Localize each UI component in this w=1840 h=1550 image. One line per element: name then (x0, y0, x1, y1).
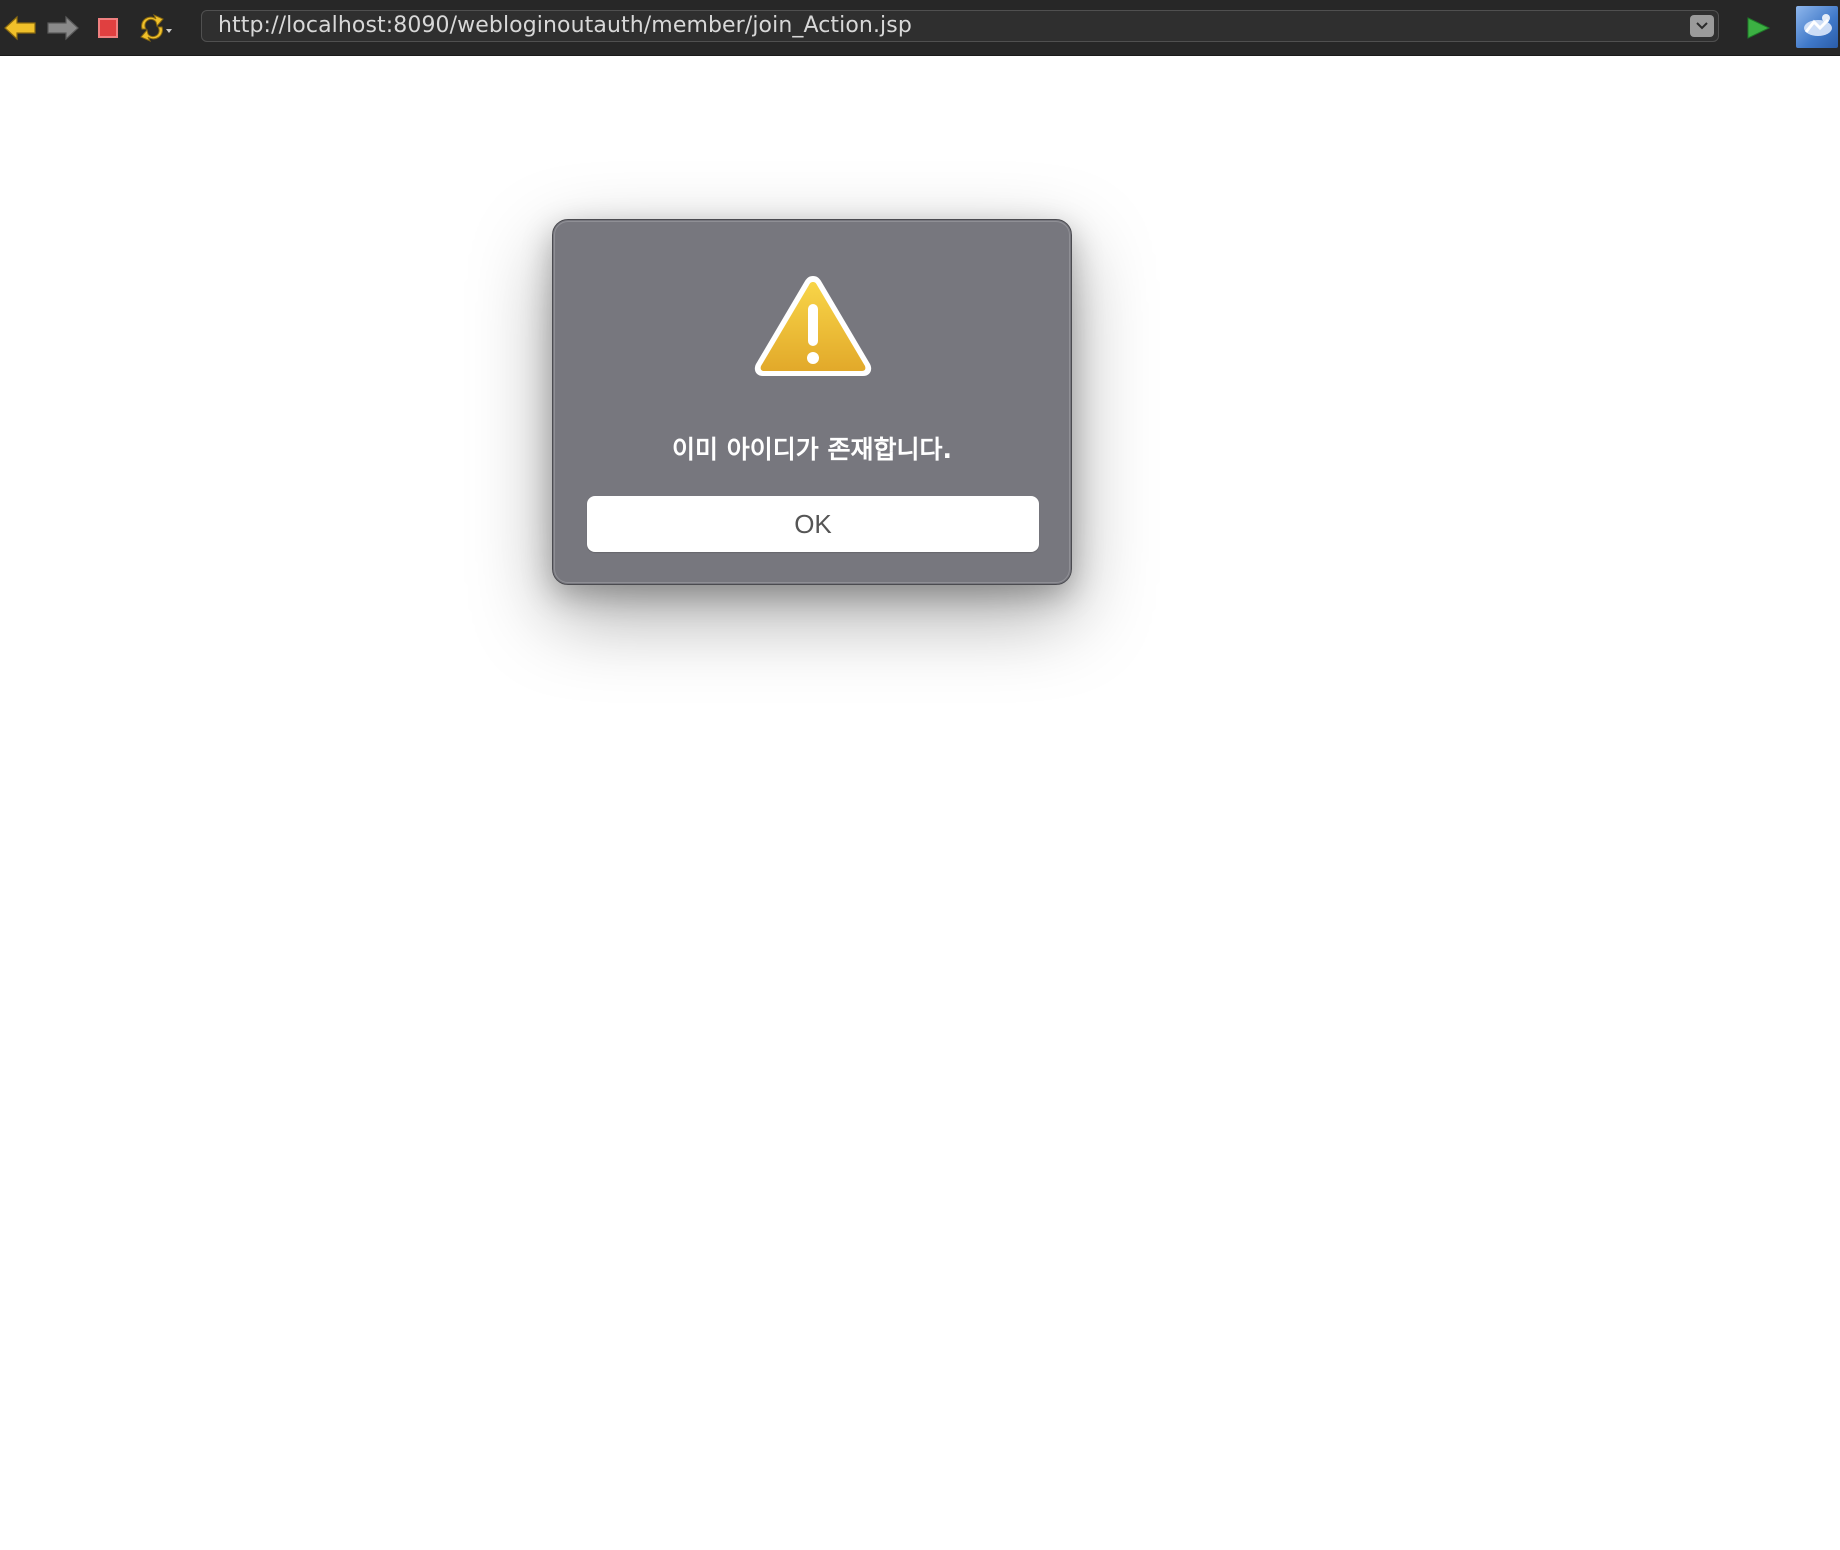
browser-toolbar: http://localhost:8090/webloginoutauth/me… (0, 0, 1840, 56)
ok-button[interactable]: OK (587, 496, 1039, 552)
extension-icon (1804, 14, 1832, 36)
chevron-down-icon (1696, 22, 1708, 30)
address-bar[interactable]: http://localhost:8090/webloginoutauth/me… (201, 10, 1719, 42)
alert-dialog: 이미 아이디가 존재합니다. OK (552, 219, 1072, 585)
back-button[interactable] (0, 8, 40, 48)
stop-icon (98, 18, 118, 38)
forward-arrow-icon (47, 15, 79, 41)
go-button[interactable] (1738, 8, 1778, 48)
forward-button[interactable] (43, 8, 83, 48)
url-history-dropdown[interactable] (1690, 15, 1714, 37)
extension-button[interactable] (1796, 6, 1838, 48)
refresh-icon (140, 13, 172, 43)
chevron-down-icon (166, 29, 172, 33)
stop-button[interactable] (88, 8, 128, 48)
warning-triangle-icon (754, 276, 872, 376)
refresh-button[interactable] (132, 8, 172, 48)
url-input[interactable]: http://localhost:8090/webloginoutauth/me… (218, 11, 912, 41)
alert-message: 이미 아이디가 존재합니다. (672, 435, 952, 464)
play-icon (1747, 17, 1771, 39)
back-arrow-icon (4, 15, 36, 41)
